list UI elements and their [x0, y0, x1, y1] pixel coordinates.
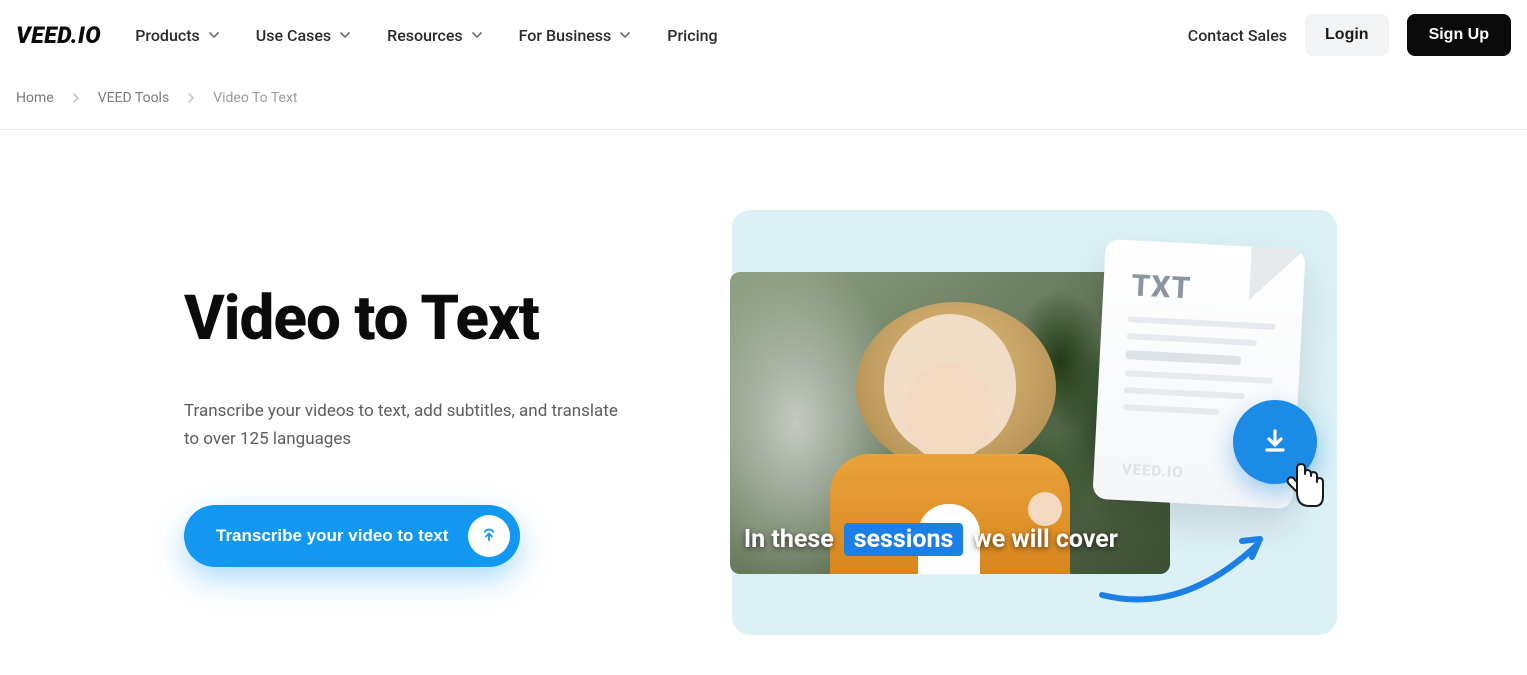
nav-label: Resources — [387, 26, 463, 45]
breadcrumb-tools[interactable]: VEED Tools — [98, 90, 170, 106]
nav-label: Products — [135, 26, 200, 45]
breadcrumb: Home VEED Tools Video To Text — [0, 70, 1527, 130]
breadcrumb-current: Video To Text — [213, 90, 297, 106]
page-description: Transcribe your videos to text, add subt… — [184, 397, 624, 453]
hero-illustration: In these sessions we will cover TXT VEED… — [732, 210, 1337, 635]
upload-icon — [468, 515, 510, 557]
nav-resources[interactable]: Resources — [387, 26, 483, 45]
nav-label: Use Cases — [256, 26, 331, 45]
nav-products[interactable]: Products — [135, 26, 220, 45]
chevron-down-icon — [339, 26, 351, 45]
hero-section: Video to Text Transcribe your videos to … — [0, 130, 1527, 675]
chevron-right-icon — [187, 88, 195, 107]
contact-sales-link[interactable]: Contact Sales — [1188, 26, 1287, 45]
cta-label: Transcribe your video to text — [216, 526, 448, 546]
hero-content: Video to Text Transcribe your videos to … — [0, 210, 672, 567]
hero-illustration-wrap: In these sessions we will cover TXT VEED… — [672, 210, 1527, 635]
signup-button[interactable]: Sign Up — [1407, 14, 1511, 56]
site-header: VEED.IO Products Use Cases Resources For… — [0, 0, 1527, 70]
nav-pricing[interactable]: Pricing — [667, 26, 717, 45]
page-title: Video to Text — [184, 286, 672, 351]
doc-format-label: TXT — [1131, 268, 1192, 306]
nav-use-cases[interactable]: Use Cases — [256, 26, 351, 45]
nav-label: Pricing — [667, 26, 717, 45]
caption-highlight: sessions — [844, 523, 964, 556]
login-button[interactable]: Login — [1305, 14, 1389, 56]
nav-for-business[interactable]: For Business — [519, 26, 632, 45]
logo[interactable]: VEED.IO — [16, 22, 101, 49]
chevron-down-icon — [619, 26, 631, 45]
arrow-swoosh-icon — [1092, 515, 1322, 615]
video-caption: In these sessions we will cover — [744, 523, 1118, 556]
chevron-down-icon — [471, 26, 483, 45]
nav-label: For Business — [519, 26, 612, 45]
doc-watermark: VEED.IO — [1121, 460, 1184, 481]
document-fold-icon — [1249, 247, 1306, 304]
header-actions: Contact Sales Login Sign Up — [1188, 14, 1511, 56]
cursor-icon — [1283, 462, 1331, 518]
transcribe-cta-button[interactable]: Transcribe your video to text — [184, 505, 520, 567]
primary-nav: Products Use Cases Resources For Busines… — [135, 26, 717, 45]
caption-text-before: In these — [744, 525, 834, 554]
chevron-right-icon — [72, 88, 80, 107]
chevron-down-icon — [208, 26, 220, 45]
breadcrumb-home[interactable]: Home — [16, 90, 54, 106]
